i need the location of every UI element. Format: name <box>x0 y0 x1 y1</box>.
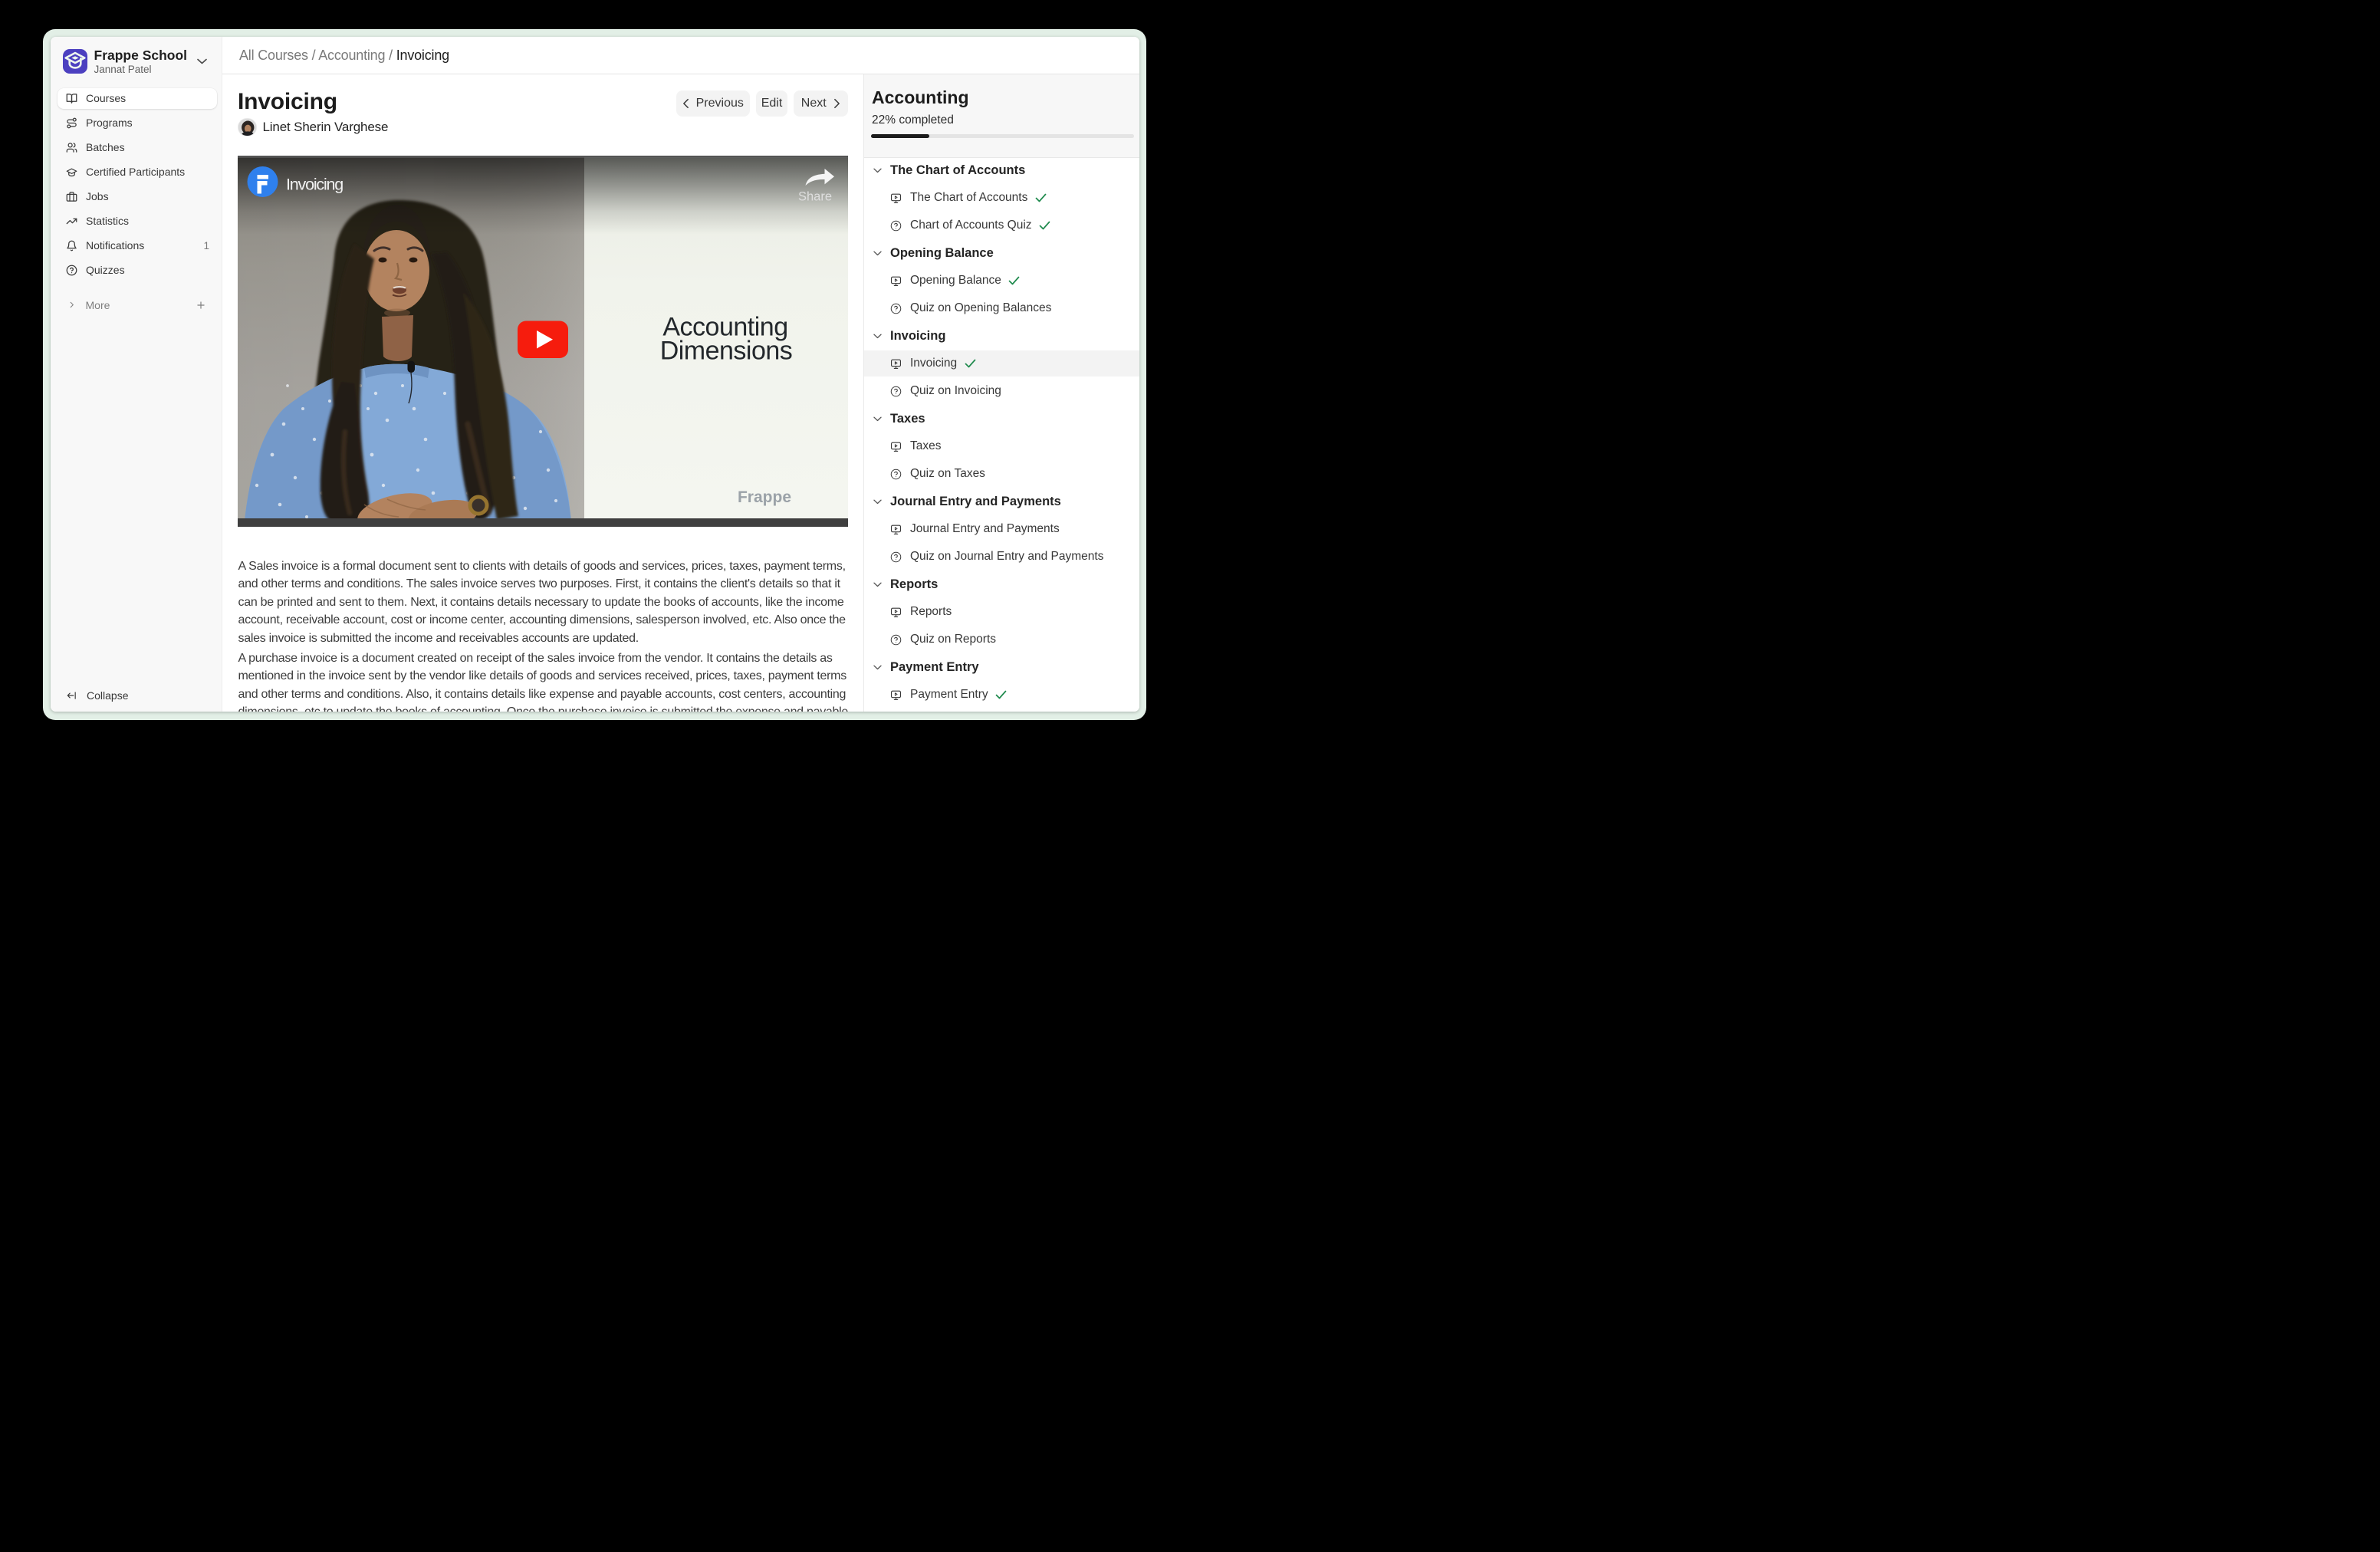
svg-text:Share: Share <box>798 190 832 204</box>
svg-text:Invoicing: Invoicing <box>286 176 343 194</box>
svg-text:Frappe: Frappe <box>738 488 791 506</box>
svg-text:Dimensions: Dimensions <box>660 337 793 366</box>
